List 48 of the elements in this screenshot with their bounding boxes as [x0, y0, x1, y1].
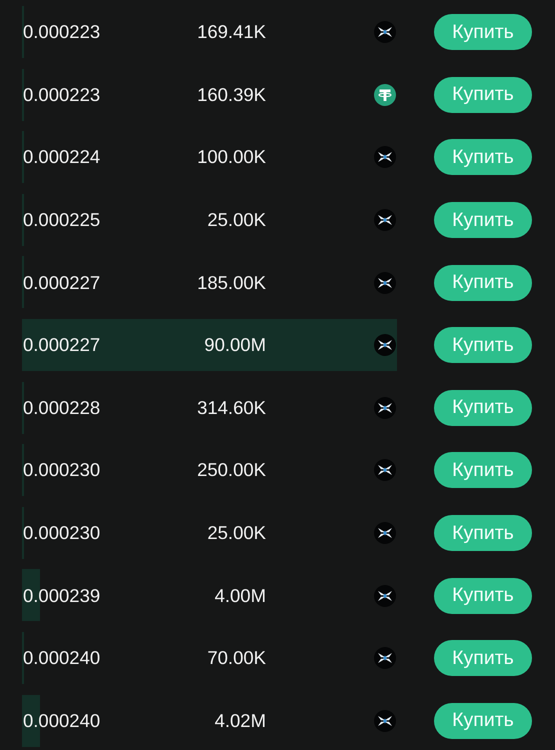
price-text: 0.000239	[23, 584, 102, 607]
buy-button[interactable]: Купить	[434, 578, 532, 614]
price-text: 0.000230	[23, 522, 102, 544]
coin-icon	[374, 272, 396, 294]
coin-icon	[374, 459, 396, 482]
amount-text: 25.00K	[206, 522, 266, 544]
price-text: 0.000224	[23, 146, 102, 168]
price-text: 0.000228	[23, 396, 102, 419]
amount-text: 185.00K	[196, 272, 266, 294]
amount-text: 4.00M	[214, 584, 266, 607]
coin-icon	[374, 647, 396, 670]
buy-button[interactable]: Купить	[434, 202, 532, 238]
amount-text: 4.02M	[214, 710, 266, 732]
buy-button[interactable]: Купить	[434, 390, 532, 426]
buy-button[interactable]: Купить	[434, 452, 532, 488]
buy-button[interactable]: Купить	[434, 702, 532, 739]
price-text: 0.000225	[23, 209, 102, 232]
coin-icon	[374, 334, 396, 356]
buy-button[interactable]: Купить	[434, 640, 532, 676]
buy-button[interactable]: Купить	[434, 76, 532, 113]
price-text: 0.000240	[23, 710, 102, 732]
coin-icon	[374, 396, 396, 419]
coin-icon	[374, 146, 396, 168]
price-text: 0.000223	[23, 84, 102, 106]
price-text: 0.000227	[23, 334, 102, 356]
amount-text: 100.00K	[196, 146, 266, 168]
amount-text: 314.60K	[196, 396, 266, 419]
amount-text: 250.00K	[196, 459, 266, 482]
amount-text: 169.41K	[196, 21, 266, 44]
buy-button[interactable]: Купить	[434, 139, 532, 176]
price-text: 0.000230	[23, 459, 102, 482]
amount-text: 25.00K	[206, 209, 266, 232]
amount-text: 90.00M	[203, 334, 266, 356]
buy-button[interactable]: Купить	[434, 515, 532, 552]
coin-icon	[374, 710, 396, 732]
coin-icon	[374, 584, 396, 607]
price-text: 0.000227	[23, 272, 102, 294]
amount-text: 160.39K	[196, 84, 266, 106]
coin-icon	[374, 522, 396, 544]
price-text: 0.000223	[23, 21, 102, 44]
buy-button[interactable]: Купить	[434, 264, 532, 301]
amount-text: 70.00K	[206, 647, 266, 670]
coin-icon	[374, 209, 396, 232]
price-text: 0.000240	[23, 647, 102, 670]
tether-icon	[374, 84, 396, 106]
buy-button[interactable]: Купить	[434, 327, 532, 364]
buy-button[interactable]: Купить	[434, 14, 532, 50]
coin-icon	[374, 21, 396, 44]
